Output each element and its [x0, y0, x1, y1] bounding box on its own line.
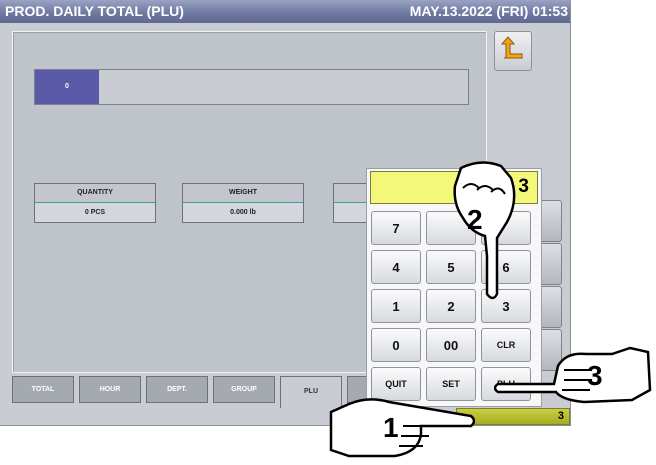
- key-1[interactable]: 1: [371, 289, 421, 323]
- callout-step-2: 2: [441, 160, 526, 302]
- tab-dept[interactable]: DEPT.: [146, 376, 208, 403]
- tab-total[interactable]: TOTAL: [12, 376, 74, 403]
- key-00[interactable]: 00: [426, 328, 476, 362]
- return-arrow-icon: [500, 36, 523, 59]
- tab-hour[interactable]: HOUR: [79, 376, 141, 403]
- key-4[interactable]: 4: [371, 250, 421, 284]
- tab-group[interactable]: GROUP: [213, 376, 275, 403]
- weight-label: WEIGHT: [183, 184, 303, 203]
- pointing-hand-icon: [493, 346, 652, 404]
- quantity-label: QUANTITY: [35, 184, 155, 203]
- pointing-hand-icon: [329, 398, 476, 458]
- callout-step-1-label: 1: [383, 412, 399, 443]
- screen-title: PROD. DAILY TOTAL (PLU): [5, 3, 184, 19]
- key-0[interactable]: 0: [371, 328, 421, 362]
- back-button[interactable]: [494, 31, 532, 71]
- plu-entry-row[interactable]: 0: [34, 69, 469, 105]
- callout-step-3: 3: [493, 346, 654, 406]
- callout-step-1: 1: [325, 394, 476, 460]
- date-time: MAY.13.2022 (FRI) 01:53: [409, 3, 568, 19]
- weight-box: WEIGHT 0.000 lb: [182, 183, 304, 223]
- title-bar: PROD. DAILY TOTAL (PLU) MAY.13.2022 (FRI…: [0, 0, 570, 23]
- pointing-hand-icon: [453, 161, 516, 300]
- status-count: 3: [557, 410, 564, 422]
- callout-step-3-label: 3: [587, 360, 603, 391]
- quantity-value: 0 PCS: [35, 203, 155, 222]
- plu-code: 0: [35, 70, 99, 104]
- callout-step-2-label: 2: [467, 204, 483, 235]
- key-7[interactable]: 7: [371, 211, 421, 245]
- weight-value: 0.000 lb: [183, 203, 303, 222]
- quantity-box: QUANTITY 0 PCS: [34, 183, 156, 223]
